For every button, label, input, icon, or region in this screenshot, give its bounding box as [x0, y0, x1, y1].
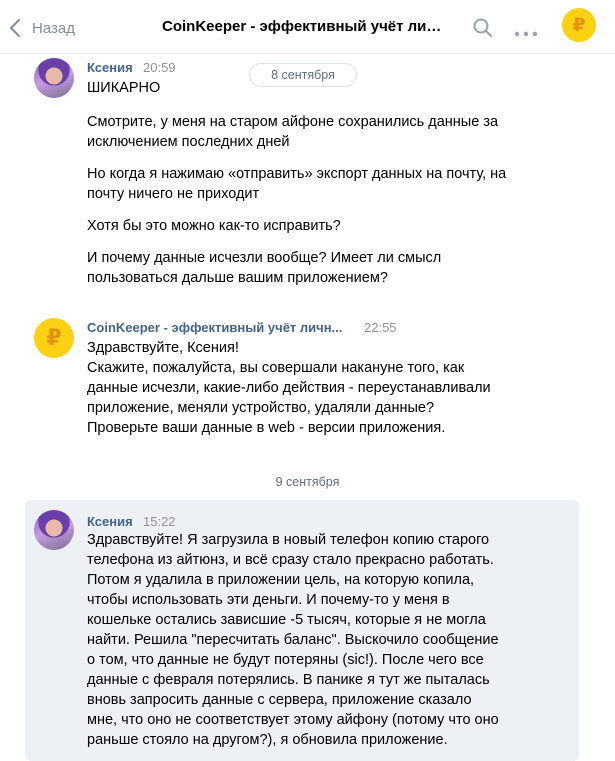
message-paragraph: Здравствуйте! Я загрузила в новый телефо…: [87, 532, 499, 748]
avatar[interactable]: [34, 58, 74, 98]
message-text: ШИКАРНО Смотрите, у меня на старом айфон…: [87, 78, 517, 300]
message-paragraph: Скажите, пожалуйста, вы совершали накану…: [87, 360, 491, 416]
message-paragraph: Хотя бы это можно как-то исправить?: [87, 218, 341, 234]
message-paragraph: Смотрите, у меня на старом айфоне сохран…: [87, 114, 499, 150]
message-time: 15:22: [143, 514, 176, 529]
message-author[interactable]: Ксения: [87, 60, 133, 75]
message-time: 20:59: [143, 60, 176, 75]
avatar[interactable]: [34, 510, 74, 550]
message-time: 22:55: [364, 320, 397, 335]
chat-header: Назад CoinKeeper - эффективный учёт лич.…: [0, 0, 615, 54]
community-avatar[interactable]: ₽: [562, 8, 596, 42]
back-button[interactable]: Назад: [8, 17, 75, 39]
chevron-left-icon: [10, 19, 20, 37]
message-paragraph: И почему данные исчезли вообще? Имеет ли…: [87, 250, 442, 286]
message-author[interactable]: Ксения: [87, 514, 133, 529]
message-paragraph: Проверьте ваши данные в web - версии при…: [87, 420, 446, 436]
chat-title: CoinKeeper - эффективный учёт лич...: [162, 18, 447, 35]
avatar[interactable]: ₽: [34, 318, 74, 358]
date-separator: 9 сентября: [275, 475, 340, 489]
message-author[interactable]: CoinKeeper - эффективный учёт личн...: [87, 320, 349, 335]
more-icon[interactable]: [514, 24, 538, 42]
message-text: Здравствуйте, Ксения! Скажите, пожалуйст…: [87, 338, 517, 438]
search-icon[interactable]: [472, 17, 494, 44]
message-paragraph: ШИКАРНО: [87, 80, 161, 96]
message-paragraph: Но когда я нажимаю «отправить» экспорт д…: [87, 166, 507, 202]
message-text: Здравствуйте! Я загрузила в новый телефо…: [87, 530, 499, 750]
back-label: Назад: [32, 19, 75, 37]
message-paragraph: Здравствуйте, Ксения!: [87, 340, 239, 356]
